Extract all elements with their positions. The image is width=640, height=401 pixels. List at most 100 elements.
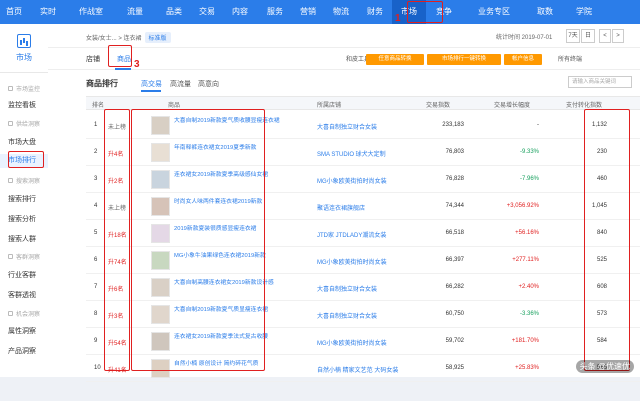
rank-number: 8 [94,311,98,317]
rank-number: 3 [94,176,98,182]
shop-name-link[interactable]: JTD家 JTDLADY潮流女装 [317,230,386,239]
shop-name-link[interactable]: 大喜自制独立财合女装 [317,284,377,293]
sidebar-item-customer-perspective[interactable]: 客群透视 [0,290,48,300]
sidebar-item-industry-customers[interactable]: 行业客群 [0,270,48,280]
trade-growth-value: +277.11% [512,257,539,263]
group-icon [8,254,13,259]
subtab-high-intent[interactable]: 高意向 [198,79,219,89]
nav-fetch-data[interactable]: 取数 [526,0,564,24]
breadcrumb[interactable]: 女装/女士... > 连衣裙 标准版 [86,32,171,43]
rank-number: 4 [94,203,98,209]
header-rank: 排名 [92,103,105,109]
rank-number: 7 [94,284,98,290]
trade-growth-value: -7.96% [519,176,539,182]
sidebar-item-search-crowd[interactable]: 搜索人群 [0,234,48,244]
rank-number: 5 [94,230,98,236]
nav-marketing[interactable]: 营销 [292,0,324,24]
subtab-underline [141,90,161,92]
nav-logistics[interactable]: 物流 [324,0,358,24]
terminal-filter-select[interactable]: 所有终端 [558,54,582,63]
nav-traffic[interactable]: 流量 [114,0,156,24]
trade-growth-value: +25.83% [515,365,539,371]
trade-growth-value: +181.70% [511,338,539,344]
next-date-button[interactable]: > [612,29,624,43]
trade-index-value: 66,397 [445,257,464,263]
sidebar-group-market-monitor: 市场监控 [8,84,40,93]
shop-name-link[interactable]: 大喜自制独立财合女装 [317,122,377,131]
bar-chart-icon [17,34,31,48]
top-nav: 首页 实时 作战室 流量 品类 交易 内容 服务 营销 物流 财务 市场 竞争 … [0,0,640,24]
nav-category[interactable]: 品类 [156,0,192,24]
shop-name-link[interactable]: MG小象欧美街拍时尚女装 [317,257,387,266]
shop-name-link[interactable]: MG小象欧美街拍时尚女装 [317,338,387,347]
group-icon [8,178,13,183]
convert-any-product-button[interactable]: 任意商品转换 [366,54,424,65]
shop-name-link[interactable]: 自然小楠 精家文艺范 大码女装 [317,365,398,374]
sidebar-group-search: 搜索洞察 [8,176,40,185]
sidebar-item-search-ranking[interactable]: 搜索排行 [0,194,48,204]
tab-underline [115,68,131,70]
period-day-button[interactable]: 日 [581,29,595,43]
sidebar-app-label: 市场 [16,53,32,62]
trade-growth-value: +2.40% [518,284,539,290]
header-product: 商品 [168,103,181,109]
sidebar-item-product-insight[interactable]: 产品洞察 [0,346,48,356]
tab-shop[interactable]: 店铺 [86,54,100,64]
nav-academy[interactable]: 学院 [564,0,604,24]
rank-number: 6 [94,257,98,263]
nav-realtime[interactable]: 实时 [28,0,68,24]
shop-name-link[interactable]: 聚语连衣裙旗舰店 [317,203,365,212]
trade-index-value: 59,702 [445,338,464,344]
nav-content[interactable]: 内容 [222,0,258,24]
nav-service[interactable]: 服务 [258,0,292,24]
nav-finance[interactable]: 财务 [358,0,392,24]
sidebar-group-label: 搜索洞察 [16,179,41,185]
nav-business-zone[interactable]: 业务专区 [462,0,526,24]
statistics-date: 统计时间 2019-07-01 [496,35,553,41]
sidebar-item-attribute-insight[interactable]: 属性洞察 [0,326,48,336]
product-search-input[interactable]: 请输入商品关键词 [568,76,632,88]
nav-home[interactable]: 首页 [0,0,28,24]
trade-index-value: 60,750 [445,311,464,317]
ranking-convert-button[interactable]: 市场排行一键转换 [427,54,501,65]
header-trade-index[interactable]: 交易指数 [426,100,450,109]
sidebar-group-label: 供给洞察 [16,122,41,128]
market-app-entry[interactable]: 市场 [0,34,48,63]
breadcrumb-bar: 女装/女士... > 连衣裙 标准版 统计时间 2019-07-01 7天 日 <… [48,24,640,48]
trade-index-value: 58,925 [445,365,464,371]
highlight-box-product-column [131,109,265,371]
ranking-title: 商品排行 [86,79,118,88]
trade-growth-value: - [537,122,539,128]
subtab-high-trade[interactable]: 高交易 [141,79,162,89]
sidebar-group-supply: 供给洞察 [8,119,40,128]
header-trade-growth[interactable]: 交易增长幅度 [494,100,530,109]
rank-number: 9 [94,338,98,344]
nav-trade[interactable]: 交易 [192,0,222,24]
shop-name-link[interactable]: SMA STUDIO 球犬大定制 [317,149,386,158]
sidebar: 市场 市场监控 监控看板 供给洞察 市场大盘 市场排行 搜索洞察 搜索排行 搜索… [0,24,48,377]
sidebar-item-search-analysis[interactable]: 搜索分析 [0,214,48,224]
rank-number: 10 [94,365,101,371]
sidebar-item-monitor-board[interactable]: 监控看板 [0,100,48,110]
shop-name-link[interactable]: 大喜自制独立财合女装 [317,311,377,320]
account-info-button[interactable]: 帐户信息 [504,54,542,65]
subtab-high-traffic[interactable]: 高流量 [170,79,191,89]
nav-warroom[interactable]: 作战室 [68,0,114,24]
period-7day-button[interactable]: 7天 [566,29,580,43]
breadcrumb-path[interactable]: 女装/女士... > 连衣裙 [86,36,142,42]
highlight-box-market-ranking [8,151,44,168]
rank-number: 1 [94,122,98,128]
trade-growth-value: -9.33% [519,149,539,155]
group-icon [8,311,13,316]
prev-date-button[interactable]: < [599,29,611,43]
sidebar-divider [0,72,48,73]
highlight-box-action-column [584,109,630,371]
shop-name-link[interactable]: MG小象欧美街拍时尚女装 [317,176,387,185]
header-conversion-index[interactable]: 支付转化指数 [566,100,602,109]
sidebar-item-market-overview[interactable]: 市场大盘 [0,137,48,147]
trade-index-value: 233,183 [442,122,464,128]
sidebar-group-label: 机会洞察 [16,312,41,318]
sidebar-group-customer: 客群洞察 [8,252,40,261]
trade-growth-value: +56.16% [515,230,539,236]
group-icon [8,121,13,126]
